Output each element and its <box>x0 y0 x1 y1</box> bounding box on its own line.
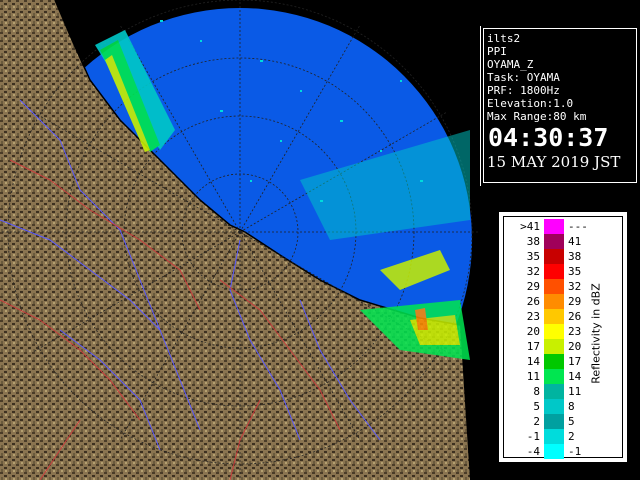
legend-swatch <box>544 309 564 324</box>
legend-high-label: 8 <box>568 400 575 413</box>
legend-row: 26 29 <box>504 294 622 309</box>
legend-high-label: 2 <box>568 430 575 443</box>
legend-swatch <box>544 339 564 354</box>
legend-low-label: 11 <box>526 370 540 383</box>
legend-high-label: 35 <box>568 265 582 278</box>
info-line-range: Max Range:80 km <box>487 110 587 123</box>
legend-box: >41 --- 38 41 35 38 32 35 29 32 26 29 23 26 20 23 17 20 14… <box>503 216 623 459</box>
legend-row: 23 26 <box>504 309 622 324</box>
legend-row: 8 11 <box>504 384 622 399</box>
legend-low-label: 14 <box>526 355 540 368</box>
legend-swatch <box>544 264 564 279</box>
info-line-mode: PPI <box>487 45 507 58</box>
legend-high-label: 41 <box>568 235 582 248</box>
legend-low-label: 20 <box>526 325 540 338</box>
legend-low-label: 2 <box>533 415 540 428</box>
legend-high-label: 38 <box>568 250 582 263</box>
info-line-system: ilts2 <box>487 32 521 45</box>
info-line-product: OYAMA_Z <box>487 58 534 71</box>
legend-swatch <box>544 294 564 309</box>
legend-high-label: 11 <box>568 385 582 398</box>
legend-low-label: 35 <box>526 250 540 263</box>
legend-low-label: 23 <box>526 310 540 323</box>
legend-low-label: 29 <box>526 280 540 293</box>
legend-high-label: 29 <box>568 295 582 308</box>
legend-row: 35 38 <box>504 249 622 264</box>
scan-date: 15 MAY 2019 JST <box>487 153 621 171</box>
legend-low-label: 5 <box>533 400 540 413</box>
legend-high-label: 17 <box>568 355 582 368</box>
legend-high-label: 20 <box>568 340 582 353</box>
legend-high-label: 23 <box>568 325 582 338</box>
legend-panel: >41 --- 38 41 35 38 32 35 29 32 26 29 23 26 20 23 17 20 14… <box>498 211 628 463</box>
legend-low-label: -1 <box>526 430 540 443</box>
legend-swatch <box>544 354 564 369</box>
legend-swatch <box>544 429 564 444</box>
legend-swatch <box>544 399 564 414</box>
legend-low-label: -4 <box>526 445 540 458</box>
legend-row: 32 35 <box>504 264 622 279</box>
legend-row: 38 41 <box>504 234 622 249</box>
info-line-task: Task: OYAMA <box>487 71 560 84</box>
legend-high-label: 5 <box>568 415 575 428</box>
legend-row: 29 32 <box>504 279 622 294</box>
legend-swatch <box>544 414 564 429</box>
legend-low-label: 38 <box>526 235 540 248</box>
legend-swatch <box>544 369 564 384</box>
radar-display: ilts2 PPI OYAMA_Z Task: OYAMA PRF: 1800H… <box>0 0 640 480</box>
legend-swatch <box>544 324 564 339</box>
legend-row: 25 <box>504 414 622 429</box>
legend-low-label: 32 <box>526 265 540 278</box>
legend-row: >41 --- <box>504 219 622 234</box>
legend-swatch <box>544 279 564 294</box>
legend-swatch <box>544 234 564 249</box>
legend-high-label: 26 <box>568 310 582 323</box>
legend-row: 14 17 <box>504 354 622 369</box>
legend-row: -1 2 <box>504 429 622 444</box>
radar-ppi-map <box>0 0 480 480</box>
legend-high-label: 32 <box>568 280 582 293</box>
legend-title: Reflectivity in dBZ <box>589 283 603 384</box>
legend-swatch <box>544 219 564 234</box>
legend-high-label: -1 <box>568 445 582 458</box>
info-box: ilts2 PPI OYAMA_Z Task: OYAMA PRF: 1800H… <box>483 28 637 183</box>
legend-row: 20 23 <box>504 324 622 339</box>
scan-time: 04:30:37 <box>488 123 609 152</box>
legend-low-label: 17 <box>526 340 540 353</box>
legend-swatch <box>544 249 564 264</box>
legend-swatch <box>544 384 564 399</box>
legend-high-label: --- <box>568 220 588 233</box>
legend-high-label: 14 <box>568 370 582 383</box>
legend-row: -4 -1 <box>504 444 622 459</box>
legend-row: 58 <box>504 399 622 414</box>
legend-low-label: 26 <box>526 295 540 308</box>
legend-swatch <box>544 444 564 459</box>
legend-row: 17 20 <box>504 339 622 354</box>
info-panel: ilts2 PPI OYAMA_Z Task: OYAMA PRF: 1800H… <box>480 26 640 186</box>
legend-row: 11 14 <box>504 369 622 384</box>
legend-low-label: >41 <box>520 220 540 233</box>
info-line-elevation: Elevation:1.0 <box>487 97 574 110</box>
legend-low-label: 8 <box>533 385 540 398</box>
top-right-strip <box>480 0 640 26</box>
info-line-prf: PRF: 1800Hz <box>487 84 560 97</box>
